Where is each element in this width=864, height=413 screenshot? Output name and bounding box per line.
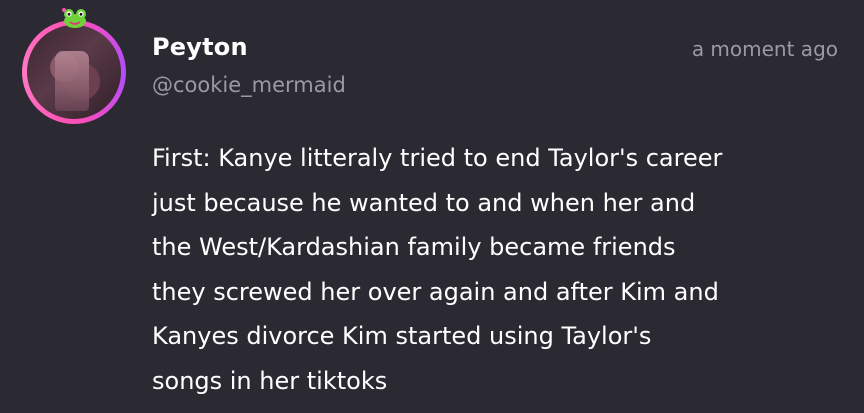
post-body-line: First: Kanye litteraly tried to end Tayl…: [152, 144, 723, 172]
frog-icon: [62, 8, 86, 28]
post-body: First: Kanye litteraly tried to end Tayl…: [152, 136, 842, 403]
post-body-line: just because he wanted to and when her a…: [152, 188, 696, 217]
post-timestamp: a moment ago: [691, 37, 838, 61]
post-card: Peyton @cookie_mermaid a moment ago Firs…: [0, 0, 864, 413]
avatar-image: [27, 25, 121, 119]
post-body-line: they screwed her over again and after Ki…: [152, 277, 719, 306]
post-body-line: Kanyes divorce Kim started using Taylor'…: [152, 322, 652, 350]
post-body-line: the West/Kardashian family became friend…: [152, 233, 676, 261]
author-handle[interactable]: @cookie_mermaid: [152, 73, 346, 97]
post-body-line: songs in her tiktoks: [152, 366, 388, 395]
avatar-figure: [55, 51, 89, 111]
author-name[interactable]: Peyton: [152, 33, 248, 61]
avatar[interactable]: [22, 8, 134, 124]
